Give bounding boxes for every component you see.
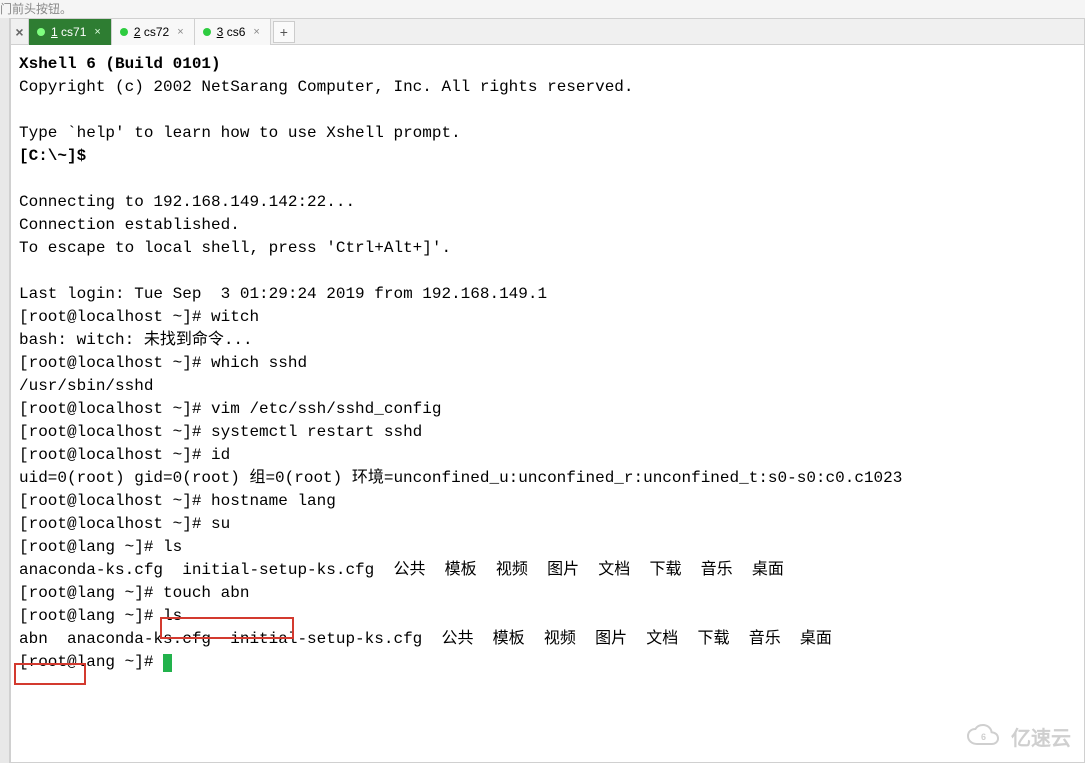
terminal-line — [19, 99, 1078, 122]
tab-close-icon[interactable]: × — [92, 26, 102, 38]
terminal-line — [19, 260, 1078, 283]
terminal-line: Connection established. — [19, 214, 1078, 237]
terminal-line: [root@localhost ~]# hostname lang — [19, 490, 1078, 513]
terminal-line: Xshell 6 (Build 0101) — [19, 53, 1078, 76]
terminal-line: [root@localhost ~]# systemctl restart ss… — [19, 421, 1078, 444]
terminal-line: abn anaconda-ks.cfg initial-setup-ks.cfg… — [19, 628, 1078, 651]
terminal-line: Last login: Tue Sep 3 01:29:24 2019 from… — [19, 283, 1078, 306]
terminal-line: [root@localhost ~]# id — [19, 444, 1078, 467]
tab-bar: × 1 cs71 × 2 cs72 × 3 cs6 × + — [11, 19, 1084, 45]
terminal-line: [root@lang ~]# — [19, 651, 1078, 674]
terminal-line — [19, 168, 1078, 191]
tab-add-button[interactable]: + — [273, 21, 295, 43]
status-dot-icon — [203, 28, 211, 36]
left-gutter — [0, 18, 10, 763]
terminal-line: Copyright (c) 2002 NetSarang Computer, I… — [19, 76, 1078, 99]
tab-number: 2 cs72 — [134, 25, 169, 39]
terminal-line: [C:\~]$ — [19, 145, 1078, 168]
app-window: × 1 cs71 × 2 cs72 × 3 cs6 × + Xshell 6 (… — [10, 18, 1085, 763]
tab-cs71[interactable]: 1 cs71 × — [29, 19, 112, 45]
cursor-icon — [163, 654, 172, 672]
terminal-line: [root@localhost ~]# witch — [19, 306, 1078, 329]
tab-cs6[interactable]: 3 cs6 × — [195, 19, 271, 45]
tab-number: 1 cs71 — [51, 25, 86, 39]
terminal-line: bash: witch: 未找到命令... — [19, 329, 1078, 352]
terminal-line: [root@localhost ~]# su — [19, 513, 1078, 536]
terminal-output[interactable]: Xshell 6 (Build 0101)Copyright (c) 2002 … — [11, 45, 1084, 680]
tab-close-icon[interactable]: × — [251, 26, 261, 38]
terminal-line: [root@lang ~]# ls — [19, 605, 1078, 628]
terminal-line: [root@lang ~]# ls — [19, 536, 1078, 559]
terminal-line: anaconda-ks.cfg initial-setup-ks.cfg 公共 … — [19, 559, 1078, 582]
tab-cs72[interactable]: 2 cs72 × — [112, 19, 195, 45]
terminal-line: To escape to local shell, press 'Ctrl+Al… — [19, 237, 1078, 260]
terminal-line: Type `help' to learn how to use Xshell p… — [19, 122, 1078, 145]
terminal-line: /usr/sbin/sshd — [19, 375, 1078, 398]
terminal-line: [root@localhost ~]# which sshd — [19, 352, 1078, 375]
status-dot-icon — [37, 28, 45, 36]
terminal-line: [root@lang ~]# touch abn — [19, 582, 1078, 605]
terminal-line: Connecting to 192.168.149.142:22... — [19, 191, 1078, 214]
page-hint-text: 门前头按钮。 — [0, 0, 1085, 18]
terminal-line: [root@localhost ~]# vim /etc/ssh/sshd_co… — [19, 398, 1078, 421]
tab-close-icon[interactable]: × — [175, 26, 185, 38]
tab-number: 3 cs6 — [217, 25, 246, 39]
terminal-line: uid=0(root) gid=0(root) 组=0(root) 环境=unc… — [19, 467, 1078, 490]
status-dot-icon — [120, 28, 128, 36]
tabs-close-all[interactable]: × — [11, 19, 29, 45]
